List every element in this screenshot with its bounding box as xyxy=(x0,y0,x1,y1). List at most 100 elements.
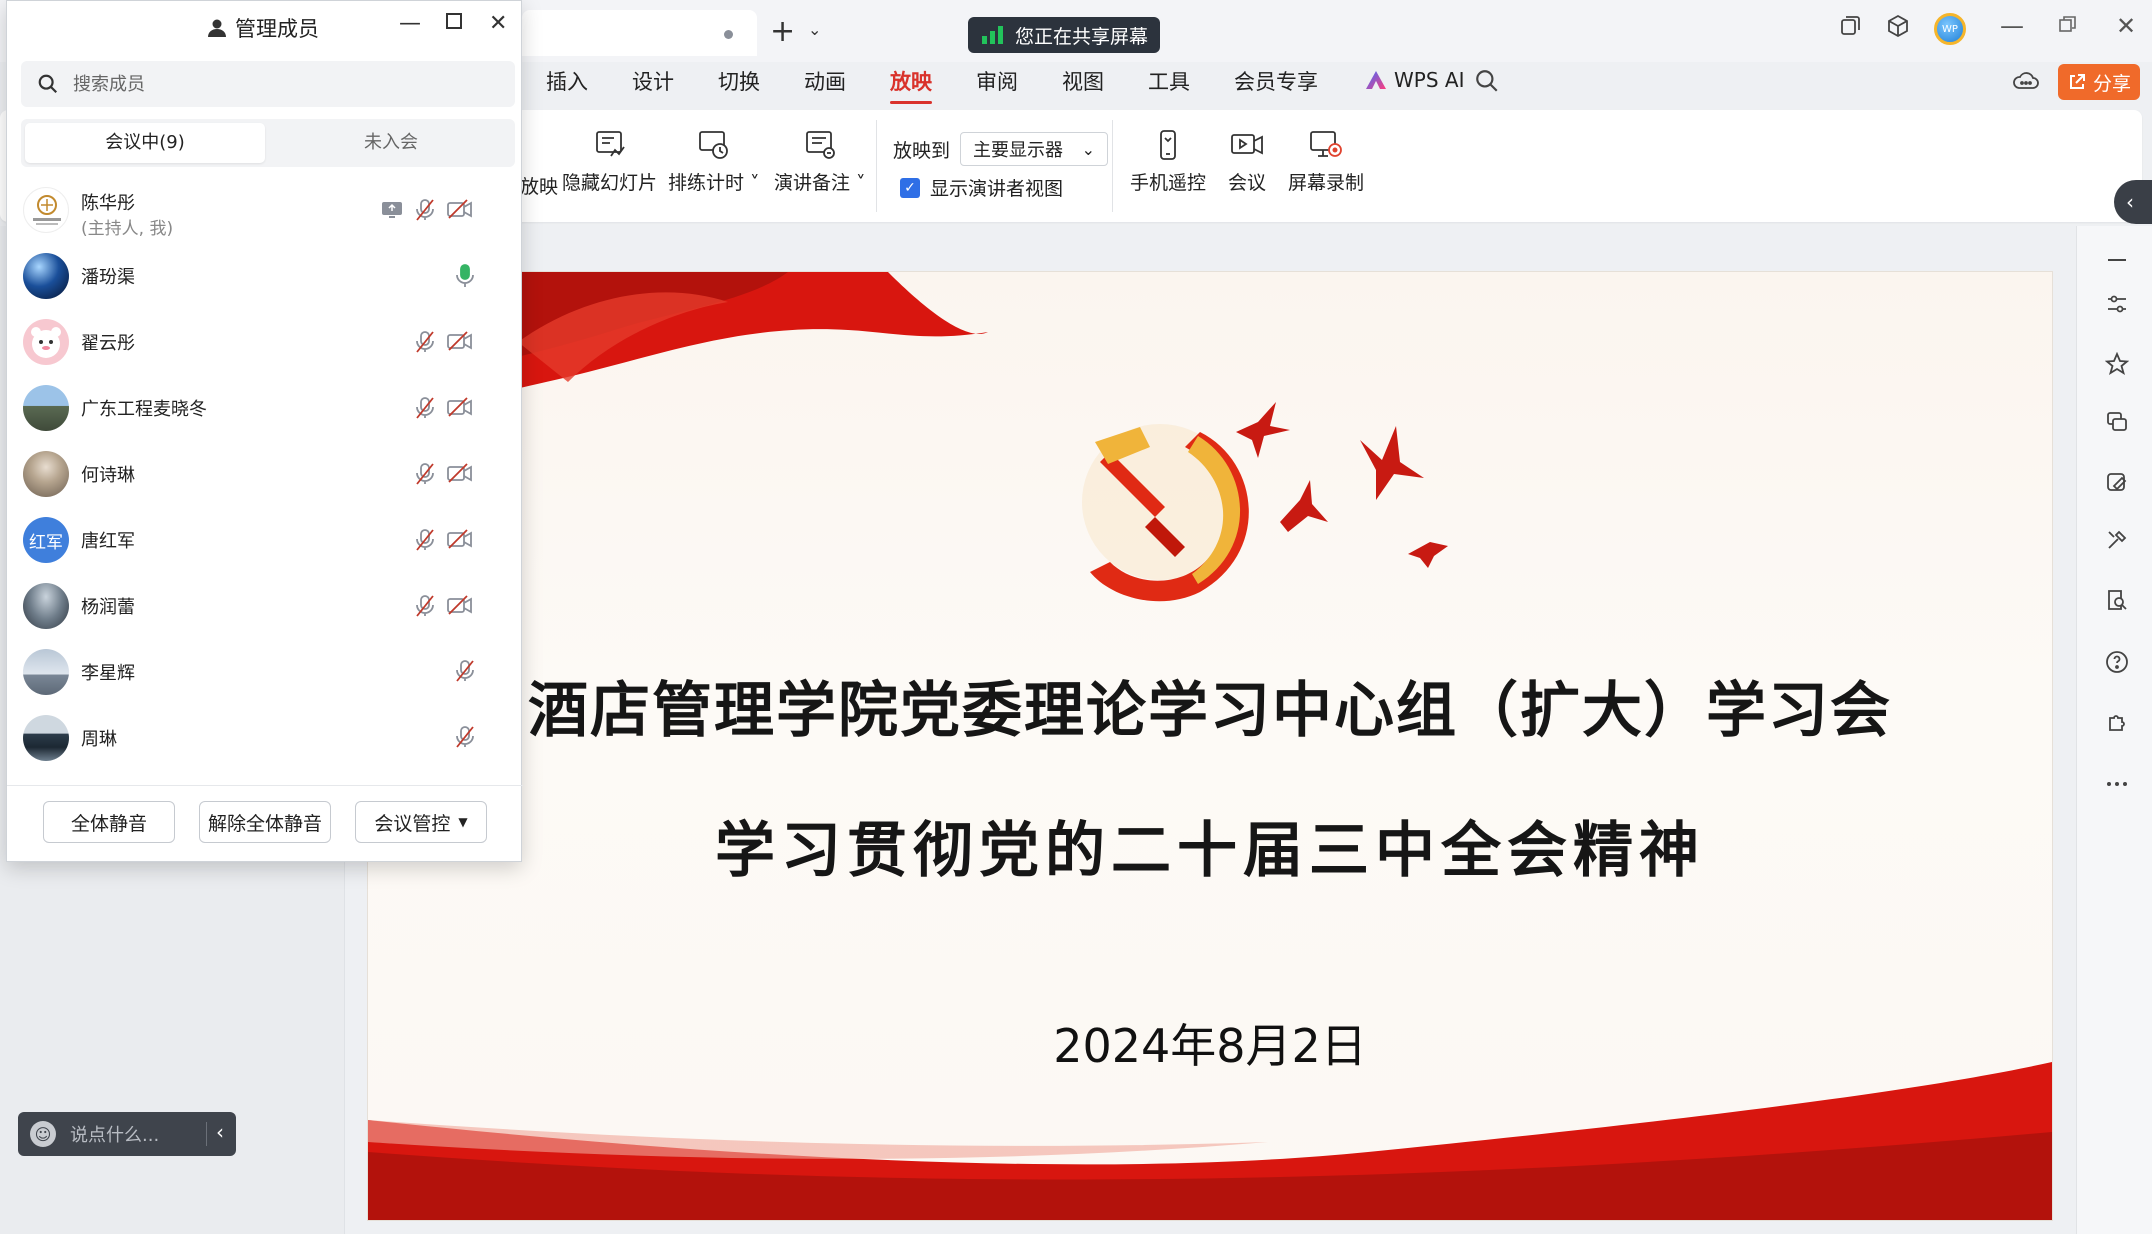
camera-off-icon[interactable] xyxy=(447,397,473,421)
sliders-icon[interactable] xyxy=(2105,292,2129,316)
partial-play-button[interactable]: 放映 xyxy=(520,172,558,199)
maximize-icon[interactable] xyxy=(445,11,463,36)
minimize-icon[interactable]: — xyxy=(399,11,421,36)
comment-icon[interactable] xyxy=(2105,410,2129,434)
tab-in-meeting[interactable]: 会议中(9) xyxy=(25,123,265,163)
camera-off-icon[interactable] xyxy=(447,529,473,553)
close-icon[interactable]: ✕ xyxy=(489,11,507,36)
meeting-control-button[interactable]: 会议管控 ▼ xyxy=(355,801,487,843)
share-status-text: 您正在共享屏幕 xyxy=(1015,25,1149,48)
mic-muted-icon[interactable] xyxy=(415,528,435,556)
tab-insert[interactable]: 插入 xyxy=(546,62,588,106)
unmute-all-button[interactable]: 解除全体静音 xyxy=(199,801,331,843)
avatar-initials: 红军 xyxy=(29,532,63,553)
member-row[interactable]: 李星辉 xyxy=(7,639,523,705)
slide-canvas[interactable]: 酒店管理学院党委理论学习中心组（扩大）学习会 学习贯彻党的二十届三中全会精神 2… xyxy=(368,272,2052,1220)
wps-ai-label: WPS AI xyxy=(1394,68,1465,92)
camera-off-icon[interactable] xyxy=(447,331,473,355)
presenter-view-checkbox[interactable]: ✓ 显示演讲者视图 xyxy=(900,174,1063,201)
hide-slide-button[interactable]: 隐藏幻灯片 xyxy=(562,128,657,195)
ribbon-tabs: 插入 设计 切换 动画 放映 审阅 视图 工具 会员专享 xyxy=(520,62,1318,106)
member-list: 陈华彤 (主持人, 我) 潘玢渠 翟云彤 广东工程麦晓冬 何诗琳 红军 唐红军 … xyxy=(7,177,523,771)
tab-member[interactable]: 会员专享 xyxy=(1234,62,1318,106)
member-row[interactable]: 陈华彤 (主持人, 我) xyxy=(7,177,523,243)
wps-ai-button[interactable]: WPS AI xyxy=(1366,68,1464,92)
camera-off-icon[interactable] xyxy=(447,595,473,619)
screen-record-button[interactable]: 屏幕录制 xyxy=(1288,128,1364,195)
more-icon[interactable] xyxy=(2105,772,2129,796)
members-panel-header[interactable]: 管理成员 — ✕ xyxy=(7,1,521,51)
member-row[interactable]: 何诗琳 xyxy=(7,441,523,507)
search-icon[interactable] xyxy=(1474,68,1500,98)
tab-tools[interactable]: 工具 xyxy=(1148,62,1190,106)
share-button[interactable]: 分享 xyxy=(2058,64,2140,100)
avatar xyxy=(23,253,69,299)
share-button-label: 分享 xyxy=(2092,72,2131,95)
separator xyxy=(876,120,877,212)
member-name: 潘玢渠 xyxy=(81,267,135,288)
cube-icon[interactable] xyxy=(1886,14,1910,44)
emoji-icon[interactable]: ☺ xyxy=(30,1121,56,1147)
tools-icon[interactable] xyxy=(2105,528,2129,552)
document-tab[interactable] xyxy=(522,10,757,56)
camera-off-icon[interactable] xyxy=(447,199,473,223)
member-row[interactable]: 广东工程麦晓冬 xyxy=(7,375,523,441)
tab-slideshow[interactable]: 放映 xyxy=(890,62,932,106)
camera-off-icon[interactable] xyxy=(447,463,473,487)
display-select-value: 主要显示器 xyxy=(973,140,1064,161)
mic-muted-icon[interactable] xyxy=(415,330,435,358)
mic-muted-icon[interactable] xyxy=(455,659,475,687)
screen-share-icon xyxy=(381,201,403,223)
presenter-view-label: 显示演讲者视图 xyxy=(930,178,1064,200)
mic-muted-icon[interactable] xyxy=(415,594,435,622)
chevron-left-icon[interactable]: ‹ xyxy=(216,1120,224,1144)
chevron-down-icon[interactable]: ⌄ xyxy=(808,20,821,39)
signal-bars-icon xyxy=(982,26,1003,44)
tab-animation[interactable]: 动画 xyxy=(804,62,846,106)
meeting-button[interactable]: 会议 xyxy=(1228,128,1266,195)
puzzle-icon[interactable] xyxy=(2105,710,2129,734)
minus-icon[interactable] xyxy=(2105,248,2129,272)
mic-active-icon[interactable] xyxy=(455,263,475,293)
mute-all-button[interactable]: 全体静音 xyxy=(43,801,175,843)
screen-share-indicator[interactable]: 您正在共享屏幕 xyxy=(968,17,1160,53)
member-search-input[interactable] xyxy=(73,73,493,95)
mic-muted-icon[interactable] xyxy=(415,198,435,226)
star-icon[interactable] xyxy=(2104,351,2130,376)
window-layout-icon[interactable] xyxy=(1838,14,1862,44)
mic-muted-icon[interactable] xyxy=(455,725,475,753)
member-row[interactable]: 红军 唐红军 xyxy=(7,507,523,573)
chat-input-bar[interactable]: ☺ 说点什么... ‹ xyxy=(18,1112,236,1156)
minimize-icon[interactable]: — xyxy=(2000,12,2024,40)
separator xyxy=(1112,120,1113,212)
tab-view[interactable]: 视图 xyxy=(1062,62,1104,106)
rehearse-timing-button[interactable]: 排练计时 ˅ xyxy=(668,128,760,195)
phone-remote-button[interactable]: 手机遥控 xyxy=(1130,128,1206,195)
close-icon[interactable]: ✕ xyxy=(2116,12,2136,40)
help-icon[interactable] xyxy=(2105,650,2129,674)
member-row[interactable]: 潘玢渠 xyxy=(7,243,523,309)
phone-remote-label: 手机遥控 xyxy=(1130,172,1207,194)
member-search[interactable] xyxy=(21,61,515,107)
tab-transition[interactable]: 切换 xyxy=(718,62,760,106)
search-icon xyxy=(38,74,58,94)
brush-icon[interactable] xyxy=(2105,470,2129,494)
avatar xyxy=(23,319,69,365)
collapse-panel-button[interactable]: ‹ xyxy=(2114,180,2152,224)
member-row[interactable]: 杨润蕾 xyxy=(7,573,523,639)
speaker-notes-button[interactable]: 演讲备注 ˅ xyxy=(774,128,866,195)
book-search-icon[interactable] xyxy=(2105,588,2129,612)
restore-icon[interactable] xyxy=(2058,12,2078,40)
tab-design[interactable]: 设计 xyxy=(632,62,674,106)
member-row[interactable]: 周琳 xyxy=(7,705,523,771)
mic-muted-icon[interactable] xyxy=(415,462,435,490)
new-tab-plus-icon[interactable]: + xyxy=(770,14,795,49)
member-row[interactable]: 翟云彤 xyxy=(7,309,523,375)
display-select[interactable]: 主要显示器 ⌄ xyxy=(960,132,1109,166)
mic-muted-icon[interactable] xyxy=(415,396,435,424)
tab-not-joined[interactable]: 未入会 xyxy=(271,123,511,163)
cloud-sync-icon[interactable] xyxy=(2012,68,2040,98)
user-avatar[interactable]: WP xyxy=(1934,13,1966,45)
screen-record-label: 屏幕录制 xyxy=(1288,172,1365,194)
tab-review[interactable]: 审阅 xyxy=(976,62,1018,106)
